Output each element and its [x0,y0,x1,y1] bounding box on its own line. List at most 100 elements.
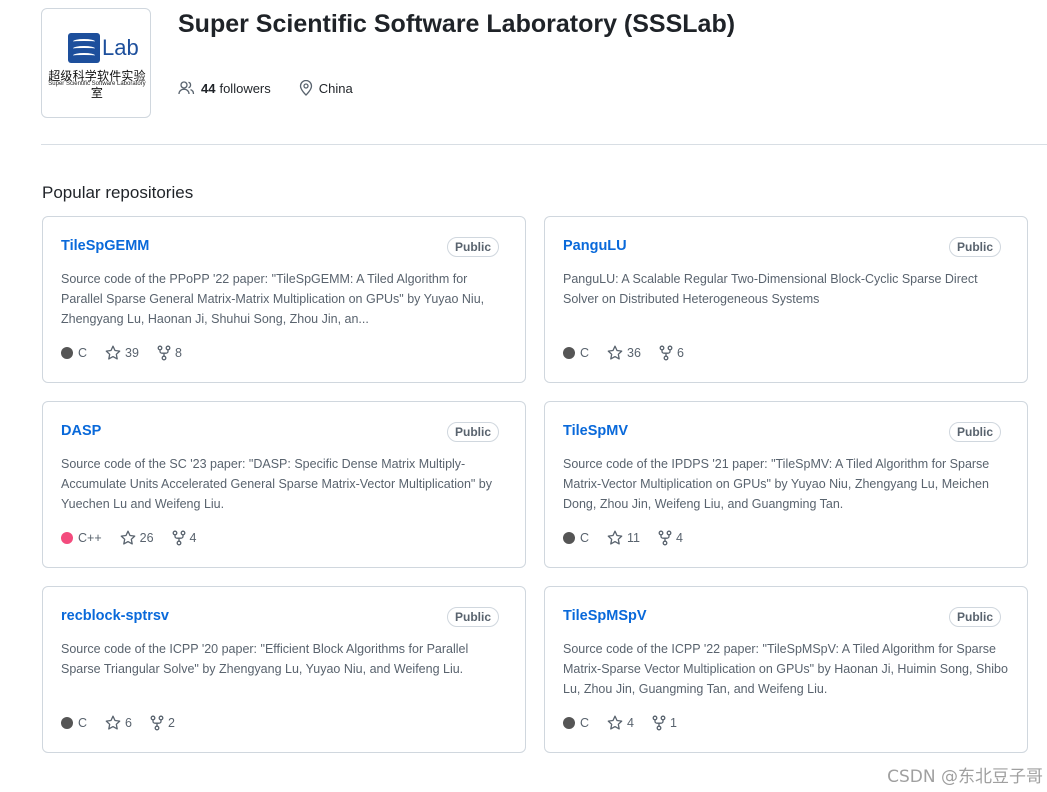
stars-count: 26 [139,531,154,545]
watermark: CSDN @东北豆子哥 [887,767,1043,787]
stars-count: 11 [627,531,641,545]
star-icon [607,715,623,730]
followers-link[interactable]: 44 followers [178,80,271,96]
repo-language: C [563,716,589,730]
repo-language: C [563,531,589,545]
fork-icon [652,715,666,731]
stars-count: 36 [627,346,641,360]
repo-card: TileSpMV Public Source code of the IPDPS '… [544,401,1028,568]
language-label: C [78,346,88,360]
repo-name-link[interactable]: TileSpGEMM [61,238,149,254]
repo-description: Source code of the PPoPP '22 paper: "Til… [61,272,485,326]
forks-link[interactable]: 1 [652,715,677,731]
stars-link[interactable]: 39 [105,345,139,361]
stars-count: 4 [627,716,634,730]
repo-card: recblock-sptrsv Public Source code of the … [42,586,526,753]
visibility-badge: Public [446,237,499,257]
repo-description: Source code of the IPDPS '21 paper: "Til… [563,457,990,511]
section-title: Popular repositories [42,183,194,202]
header-divider [41,144,1047,145]
repo-language: C++ [61,531,102,545]
org-name: Super Scientific Software Laboratory (SS… [178,10,736,38]
repo-stats: C 36 6 [563,345,702,361]
visibility-badge: Public [446,422,499,442]
org-avatar[interactable]: Lab 超级科学软件实验室 Super Scientific Software … [41,8,151,118]
forks-count: 2 [167,716,175,730]
language-label: C [580,531,590,545]
star-icon [105,345,121,360]
forks-count: 6 [676,346,684,360]
repo-card: TileSpMSpV Public Source code of the ICPP … [544,586,1028,753]
language-label: C [580,346,590,360]
star-icon [607,345,623,360]
repo-language: C [61,346,87,360]
language-color-dot [61,347,73,359]
org-header: Lab 超级科学软件实验室 Super Scientific Software … [41,8,1031,120]
stars-count: 6 [125,716,132,730]
repo-stats: C 4 1 [563,715,695,731]
repo-description: PanguLU: A Scalable Regular Two-Dimensio… [563,272,978,306]
repo-stats: C++ 26 4 [61,530,215,546]
ssslab-logo-icon [68,33,100,63]
repo-name-link[interactable]: DASP [61,423,101,439]
repo-description: Source code of the ICPP '20 paper: "Effi… [61,642,469,676]
forks-link[interactable]: 4 [172,530,197,546]
stars-count: 39 [125,346,139,360]
repo-name-link[interactable]: TileSpMSpV [563,608,647,624]
location: China [299,80,353,96]
repo-name-link[interactable]: PanguLU [563,238,627,254]
visibility-badge: Public [948,607,1001,627]
logo-english-name: Super Scientific Software Laboratory [48,81,146,87]
star-icon [105,715,121,730]
repo-name-link[interactable]: TileSpMV [563,423,628,439]
repo-description: Source code of the SC '23 paper: "DASP: … [61,457,493,511]
repo-language: C [61,716,87,730]
repo-card: TileSpGEMM Public Source code of the PPoPP… [42,216,526,383]
fork-icon [658,530,672,546]
language-color-dot [563,532,575,544]
visibility-badge: Public [948,422,1001,442]
followers-label: followers [219,80,271,96]
repo-card: PanguLU Public PanguLU: A Scalable Regular… [544,216,1028,383]
fork-icon [172,530,185,546]
language-label: C [78,716,88,730]
visibility-badge: Public [446,607,499,627]
forks-link[interactable]: 4 [658,530,683,546]
visibility-badge: Public [948,237,1001,257]
repo-name-link[interactable]: recblock-sptrsv [61,608,169,624]
followers-count: 44 [201,80,216,96]
language-color-dot [563,347,575,359]
forks-link[interactable]: 8 [157,345,182,361]
forks-count: 4 [189,531,197,545]
forks-count: 8 [174,346,182,360]
fork-icon [150,715,164,731]
people-icon [178,81,195,95]
repo-stats: C 11 4 [563,530,701,546]
fork-icon [157,345,171,361]
stars-link[interactable]: 36 [607,345,641,361]
repo-language: C [563,346,589,360]
location-icon [299,80,312,96]
repo-stats: C 39 8 [61,345,200,361]
star-icon [120,530,135,545]
star-icon [607,530,623,545]
fork-icon [659,345,673,361]
repo-card: DASP Public Source code of the SC '23 pape… [42,401,526,568]
language-color-dot [61,532,73,544]
language-label: C++ [78,531,102,545]
forks-link[interactable]: 2 [150,715,175,731]
forks-link[interactable]: 6 [659,345,684,361]
location-text: China [318,80,353,96]
logo-lab-text: Lab [102,35,139,60]
repo-stats: C 6 2 [61,715,193,731]
stars-link[interactable]: 6 [105,715,132,731]
repo-description: Source code of the ICPP '22 paper: "Tile… [563,642,1008,696]
stars-link[interactable]: 26 [120,530,154,546]
stars-link[interactable]: 11 [607,530,640,546]
org-meta: 44 followers China [178,80,381,96]
stars-link[interactable]: 4 [607,715,634,731]
forks-count: 1 [669,716,677,730]
forks-count: 4 [676,531,683,545]
language-label: C [580,716,590,730]
language-color-dot [61,717,73,729]
